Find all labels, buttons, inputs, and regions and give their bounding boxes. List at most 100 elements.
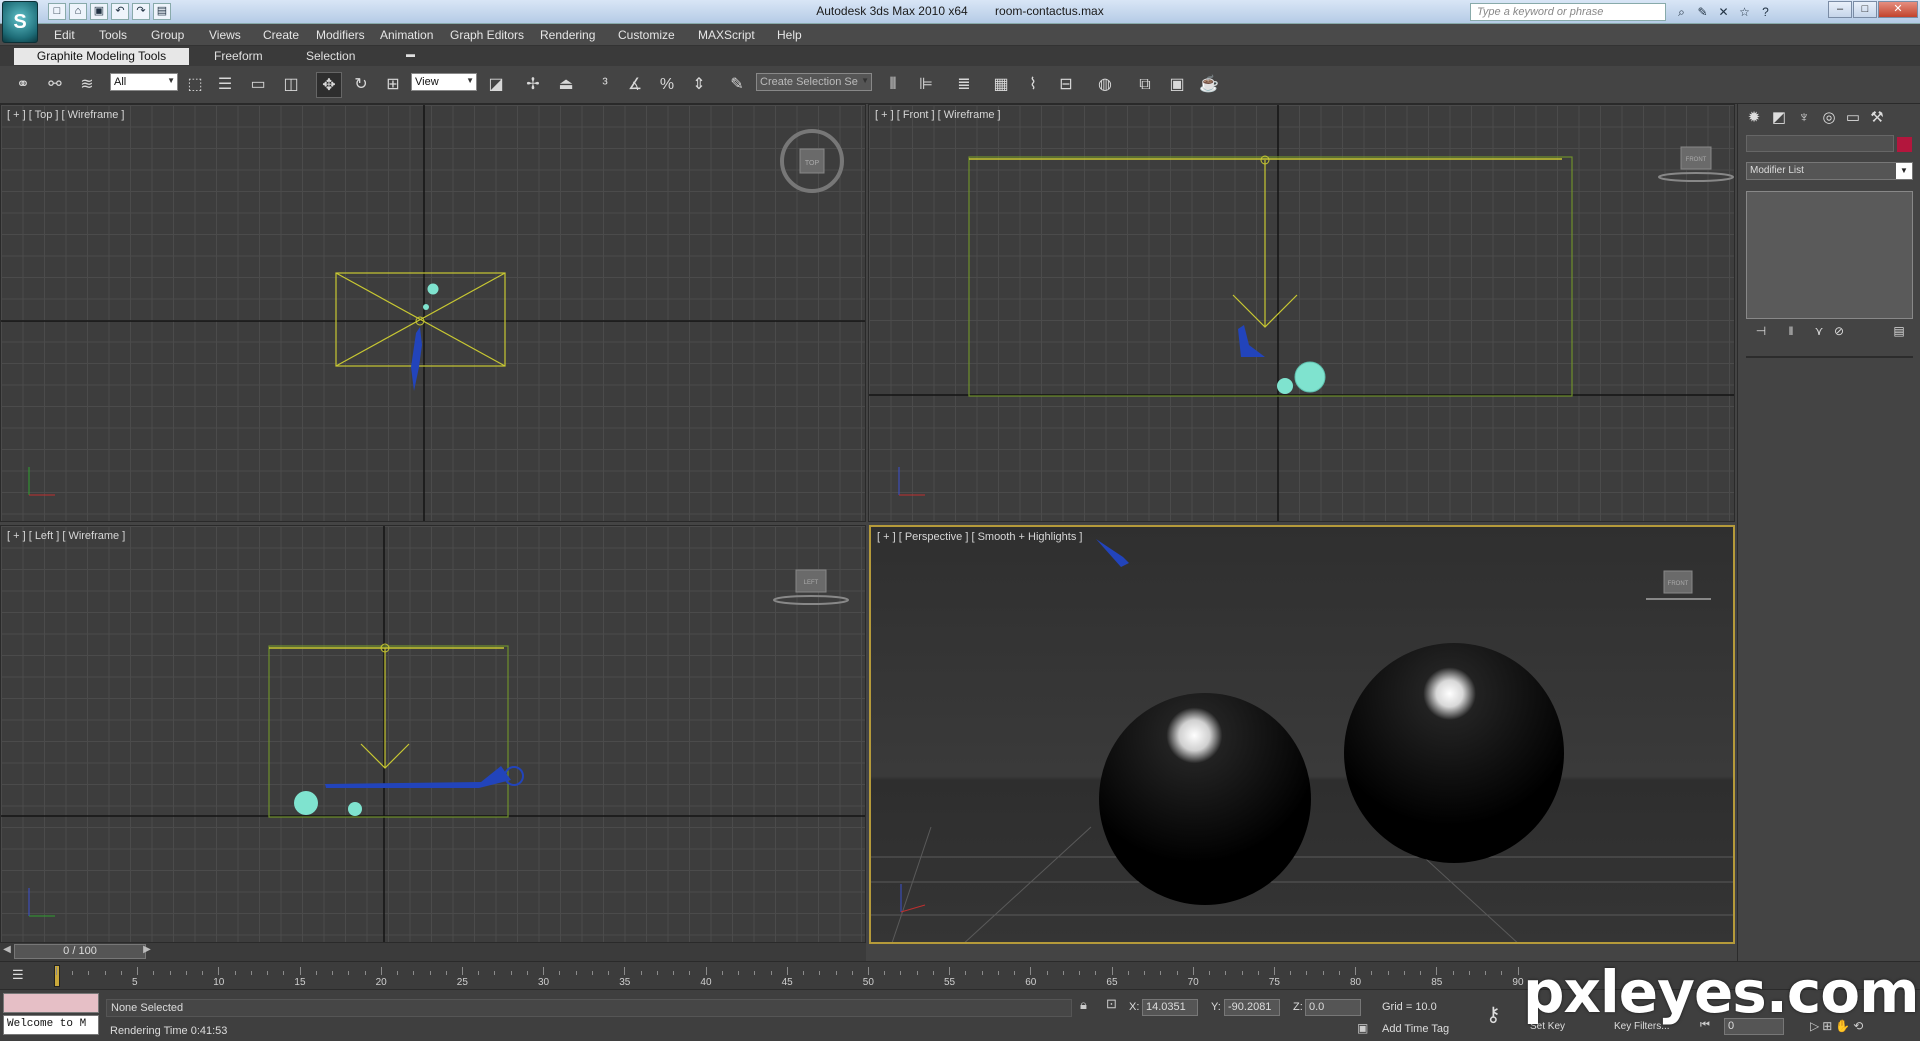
menu-edit[interactable]: Edit <box>54 28 75 42</box>
material-editor-icon[interactable]: ◍ <box>1092 72 1118 98</box>
search-input[interactable]: Type a keyword or phrase <box>1470 3 1666 21</box>
snaps-toggle-icon[interactable]: ³ <box>592 72 618 98</box>
modifier-stack[interactable] <box>1746 191 1913 319</box>
sphere-small[interactable] <box>427 283 439 295</box>
select-by-name-icon[interactable]: ☰ <box>212 72 238 98</box>
menu-views[interactable]: Views <box>209 28 241 42</box>
viewcube-compass[interactable] <box>773 595 849 605</box>
menu-modifiers[interactable]: Modifiers <box>316 28 365 42</box>
current-frame-marker[interactable] <box>54 965 60 987</box>
render-production-icon[interactable]: ☕ <box>1196 72 1222 98</box>
manipulate-icon[interactable]: ✢ <box>520 72 546 98</box>
menu-maxscript[interactable]: MAXScript <box>698 28 755 42</box>
selection-filter-dropdown[interactable]: All <box>110 73 178 91</box>
x-coordinate-field[interactable]: 14.0351 <box>1142 999 1198 1016</box>
create-tab-icon[interactable]: ✹ <box>1743 107 1765 129</box>
tab-selection[interactable]: Selection <box>298 48 363 65</box>
menu-rendering[interactable]: Rendering <box>540 28 595 42</box>
utilities-tab-icon[interactable]: ⚒ <box>1866 107 1888 129</box>
sphere-left[interactable] <box>1099 693 1311 905</box>
sphere-small[interactable] <box>1277 378 1293 394</box>
bind-to-space-warp-icon[interactable]: ≋ <box>74 72 100 98</box>
help-icon[interactable]: ? <box>1756 3 1775 21</box>
pin-stack-icon[interactable]: ⊣ <box>1750 324 1772 342</box>
menu-customize[interactable]: Customize <box>618 28 675 42</box>
layer-manager-icon[interactable]: ≣ <box>951 72 977 98</box>
communication-center-icon[interactable]: ✎ <box>1693 3 1712 21</box>
modifier-list-dropdown[interactable]: Modifier List <box>1746 162 1913 180</box>
absolute-mode-icon[interactable]: ⊡ <box>1106 996 1117 1012</box>
modify-tab-icon[interactable]: ◩ <box>1768 107 1790 129</box>
display-tab-icon[interactable]: ▭ <box>1842 107 1864 129</box>
select-object-icon[interactable]: ⬚ <box>182 72 208 98</box>
time-tag-icon[interactable]: ▣ <box>1357 1021 1368 1035</box>
menu-animation[interactable]: Animation <box>380 28 433 42</box>
maximize-button[interactable]: □ <box>1853 1 1877 18</box>
y-coordinate-field[interactable]: -90.2081 <box>1224 999 1280 1016</box>
spinner-snap-icon[interactable]: ⇕ <box>686 72 712 98</box>
schematic-view-icon[interactable]: ⊟ <box>1053 72 1079 98</box>
sphere-large[interactable] <box>1294 361 1326 393</box>
select-and-link-icon[interactable]: ⚭ <box>10 72 36 98</box>
select-and-rotate-icon[interactable]: ↻ <box>348 72 374 98</box>
show-end-result-icon[interactable]: ‖ <box>1780 324 1802 342</box>
camera-object[interactable] <box>1096 539 1129 567</box>
menu-group[interactable]: Group <box>151 28 184 42</box>
select-and-move-icon[interactable]: ✥ <box>316 72 342 98</box>
sphere-right[interactable] <box>1344 643 1564 863</box>
select-and-scale-icon[interactable]: ⊞ <box>380 72 406 98</box>
close-button[interactable]: ✕ <box>1878 1 1918 18</box>
named-selection-dropdown[interactable]: Create Selection Se <box>756 73 872 91</box>
selection-lock-icon[interactable]: 🔒︎ <box>1080 997 1087 1013</box>
maxscript-mini-listener[interactable] <box>3 993 99 1013</box>
configure-modifier-sets-icon[interactable]: ▤ <box>1888 324 1910 342</box>
pivot-center-icon[interactable]: ◪ <box>483 72 509 98</box>
graphite-toggle-icon[interactable]: ▦ <box>988 72 1014 98</box>
object-name-field[interactable] <box>1746 135 1894 152</box>
edit-named-selection-icon[interactable]: ✎ <box>724 72 750 98</box>
subscription-icon[interactable]: ✕ <box>1714 3 1733 21</box>
tab-graphite-modeling-tools[interactable]: Graphite Modeling Tools <box>14 48 189 65</box>
next-frame-icon[interactable]: ▶ <box>140 944 154 959</box>
viewport-perspective[interactable]: [ + ] [ Perspective ] [ Smooth + Highlig… <box>869 525 1735 944</box>
favorites-star-icon[interactable]: ☆ <box>1735 3 1754 21</box>
room-box-wire[interactable] <box>968 156 1573 397</box>
reference-coordinate-dropdown[interactable]: View <box>411 73 477 91</box>
viewport-top[interactable]: [ + ] [ Top ] [ Wireframe ] TOP <box>0 104 866 522</box>
mirror-icon[interactable]: ⫴ <box>880 72 906 98</box>
unlink-icon[interactable]: ⚯ <box>42 72 68 98</box>
hierarchy-tab-icon[interactable]: ♆ <box>1793 107 1815 129</box>
mini-curve-editor-icon[interactable]: ☰ <box>12 967 24 983</box>
binoculars-icon[interactable]: ⌕ <box>1672 3 1691 21</box>
curve-editor-icon[interactable]: ⌇ <box>1020 72 1046 98</box>
camera-object[interactable] <box>325 766 511 788</box>
add-time-tag[interactable]: Add Time Tag <box>1378 1021 1468 1039</box>
menu-graph-editors[interactable]: Graph Editors <box>450 28 524 42</box>
z-coordinate-field[interactable]: 0.0 <box>1305 999 1361 1016</box>
remove-modifier-icon[interactable]: ⊘ <box>1828 324 1850 342</box>
percent-snap-icon[interactable]: % <box>654 72 680 98</box>
keyboard-shortcut-override-icon[interactable]: ⏏ <box>553 72 579 98</box>
tab-freeform[interactable]: Freeform <box>206 48 271 65</box>
menu-create[interactable]: Create <box>263 28 299 42</box>
menu-tools[interactable]: Tools <box>99 28 127 42</box>
sphere-tiny[interactable] <box>423 304 429 310</box>
align-icon[interactable]: ⊫ <box>913 72 939 98</box>
object-color-swatch[interactable] <box>1897 137 1912 152</box>
time-slider-thumb[interactable]: 0 / 100 <box>14 944 146 959</box>
window-crossing-icon[interactable]: ◫ <box>278 72 304 98</box>
ribbon-minimize-icon[interactable]: ▬ <box>398 48 423 65</box>
rectangular-selection-icon[interactable]: ▭ <box>245 72 271 98</box>
make-unique-icon[interactable]: ⋎ <box>1808 324 1830 342</box>
sphere-small[interactable] <box>348 802 362 816</box>
application-button[interactable]: S <box>2 1 38 43</box>
viewcube-compass[interactable] <box>1658 172 1734 182</box>
minimize-button[interactable]: – <box>1828 1 1852 18</box>
rendered-frame-window-icon[interactable]: ▣ <box>1164 72 1190 98</box>
camera-object[interactable] <box>411 327 422 391</box>
key-icon[interactable]: ⚷ <box>1486 1002 1501 1027</box>
sphere-large[interactable] <box>294 791 318 815</box>
menu-help[interactable]: Help <box>777 28 802 42</box>
angle-snap-icon[interactable]: ∡ <box>622 72 648 98</box>
render-setup-icon[interactable]: ⧉ <box>1132 72 1158 98</box>
